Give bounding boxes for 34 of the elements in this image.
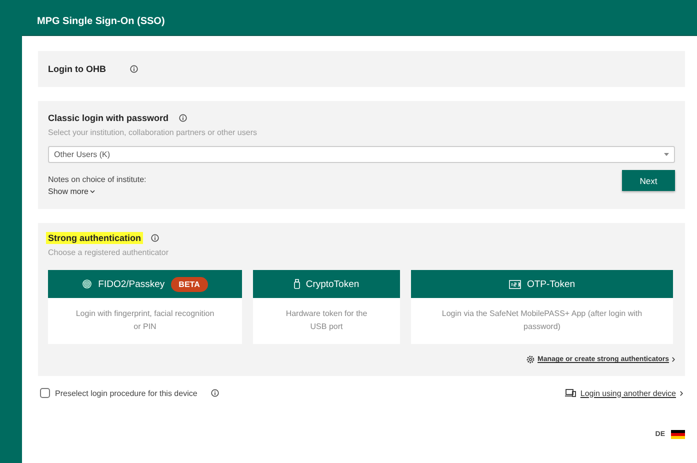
settings-icon — [526, 355, 535, 364]
window-title: MPG Single Sign-On (SSO) — [37, 16, 165, 26]
another-device-link[interactable]: Login using another device — [580, 388, 676, 398]
info-icon[interactable] — [211, 389, 220, 397]
keypad-icon — [508, 280, 521, 288]
usb-stick-icon — [294, 279, 300, 289]
info-icon[interactable] — [130, 65, 138, 73]
show-more-link[interactable]: Show more — [48, 187, 146, 196]
beta-badge: BETA — [170, 276, 208, 292]
section-title: Login to OHB — [47, 63, 107, 75]
institution-select[interactable]: Other Users (K) — [48, 146, 675, 163]
devices-icon — [565, 389, 576, 397]
notes-label: Notes on choice of institute: — [48, 175, 146, 184]
chevron-icon — [90, 190, 96, 193]
dropdown-icon — [664, 153, 669, 156]
chevron-icon — [672, 357, 675, 362]
info-icon[interactable] — [178, 114, 187, 122]
section-subtitle: Choose a registered authenticator — [48, 248, 170, 257]
section-subtitle: Select your institution, collaboration partners or other users — [48, 128, 258, 137]
info-icon[interactable] — [151, 234, 159, 242]
fingerprint-icon — [82, 279, 92, 289]
authenticator-button[interactable]: OTP-Token — [411, 270, 673, 298]
section-title: Classic login with password — [47, 112, 170, 124]
section-title: Strong authentication — [46, 232, 143, 244]
authenticator-button[interactable]: CryptoToken — [253, 270, 400, 298]
authenticator-button[interactable]: FIDO2/Passkey BETA — [48, 270, 242, 298]
flag-icon[interactable] — [671, 430, 685, 439]
authenticator-description: Login via the SafeNet MobilePASS+ App (after login with password) — [440, 308, 644, 333]
chevron-icon — [680, 390, 683, 396]
authenticator-description: Hardware token for the USB port — [284, 308, 368, 333]
next-button[interactable]: Next — [622, 170, 675, 191]
preselect-label: Preselect login procedure for this device — [55, 388, 198, 398]
authenticator-description: Login with fingerprint, facial recognition or PIN — [74, 308, 216, 333]
preselect-checkbox[interactable] — [40, 388, 50, 398]
